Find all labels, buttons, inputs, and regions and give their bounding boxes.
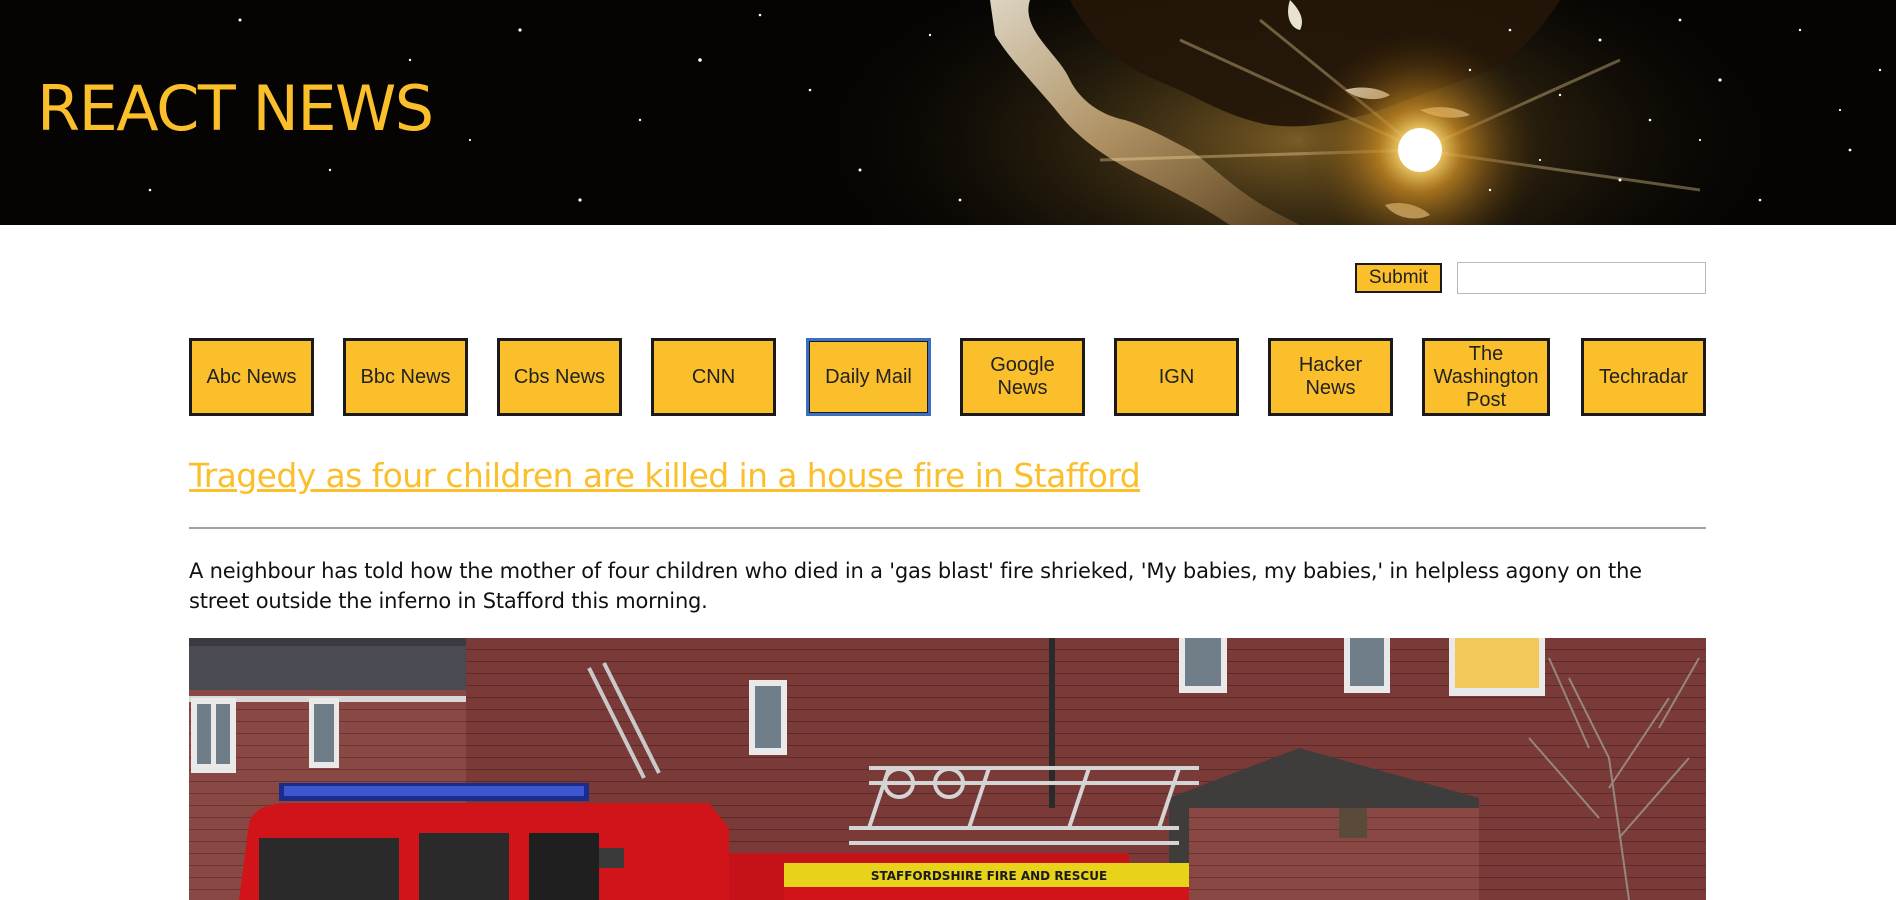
site-title: REACT NEWS bbox=[37, 72, 434, 145]
source-button-abc-news[interactable]: Abc News bbox=[189, 338, 314, 416]
source-button-ign[interactable]: IGN bbox=[1114, 338, 1239, 416]
source-button-daily-mail[interactable]: Daily Mail bbox=[806, 338, 931, 416]
source-button-bbc-news[interactable]: Bbc News bbox=[343, 338, 468, 416]
fire-truck-photo: STAFFORDSHIRE FIRE AND RESCUE bbox=[189, 638, 1706, 900]
news-source-buttons: Abc News Bbc News Cbs News CNN Daily Mai… bbox=[189, 338, 1706, 416]
truck-livery-text: STAFFORDSHIRE FIRE AND RESCUE bbox=[871, 869, 1107, 883]
search-input[interactable] bbox=[1457, 262, 1706, 294]
hero-banner: REACT NEWS bbox=[0, 0, 1896, 225]
article-summary: A neighbour has told how the mother of f… bbox=[189, 559, 1642, 613]
source-button-cbs-news[interactable]: Cbs News bbox=[497, 338, 622, 416]
submit-button[interactable]: Submit bbox=[1355, 263, 1442, 293]
article-headline-link[interactable]: Tragedy as four children are killed in a… bbox=[189, 456, 1141, 495]
source-button-techradar[interactable]: Techradar bbox=[1581, 338, 1706, 416]
headline-divider bbox=[189, 527, 1706, 529]
article-image: STAFFORDSHIRE FIRE AND RESCUE bbox=[189, 638, 1706, 900]
source-button-google-news[interactable]: Google News bbox=[960, 338, 1085, 416]
source-button-washington-post[interactable]: The Washington Post bbox=[1422, 338, 1550, 416]
source-button-hacker-news[interactable]: Hacker News bbox=[1268, 338, 1393, 416]
source-button-cnn[interactable]: CNN bbox=[651, 338, 776, 416]
